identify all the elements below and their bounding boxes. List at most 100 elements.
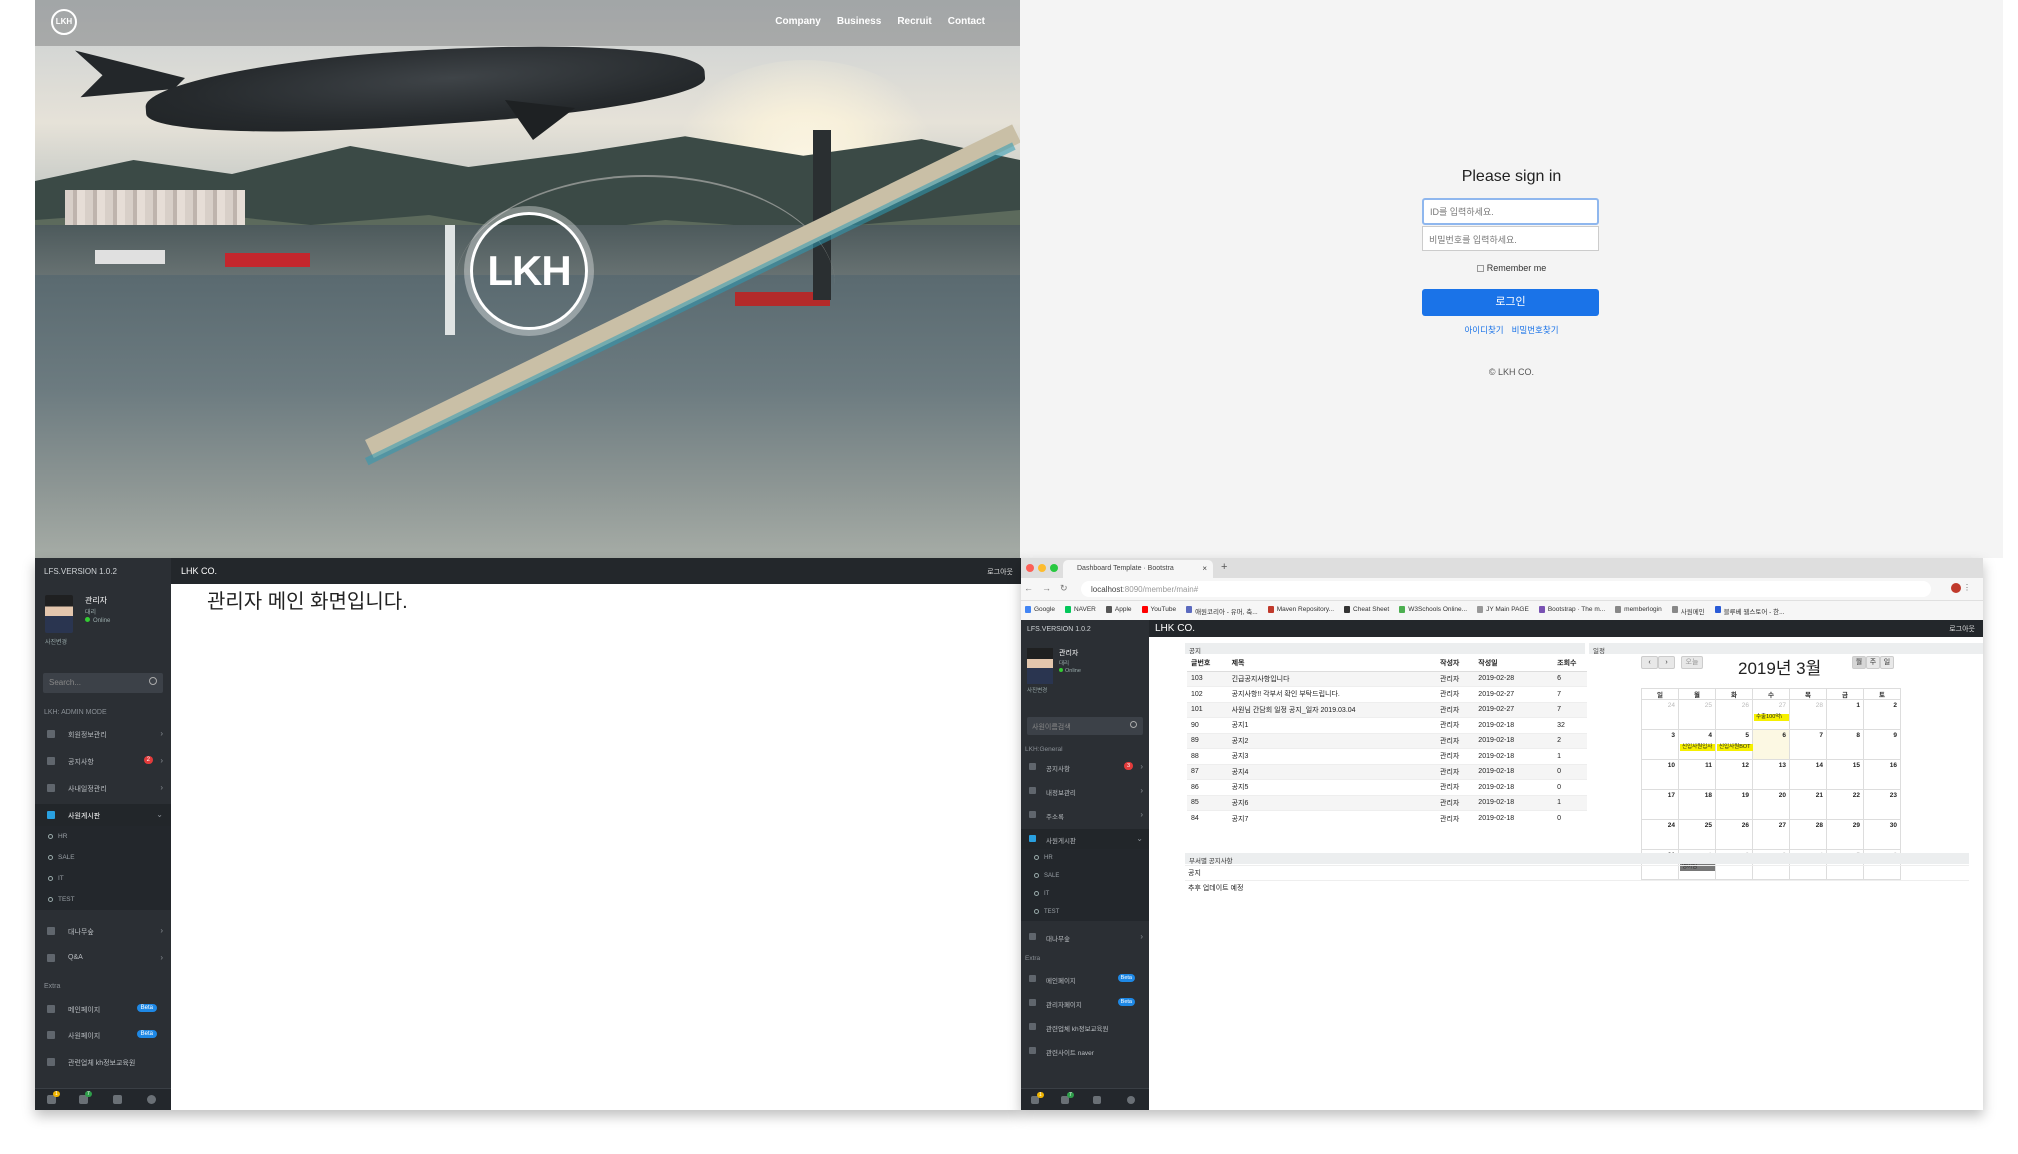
nav-link-business[interactable]: Business: [837, 16, 881, 27]
close-icon[interactable]: [1026, 564, 1034, 572]
change-photo-link[interactable]: 사진변경: [45, 637, 67, 646]
sidebar-item-notice[interactable]: 공지사항 3 ›: [1021, 757, 1149, 777]
calendar-day[interactable]: 3: [1641, 729, 1679, 760]
calendar-day[interactable]: 9: [1863, 729, 1901, 760]
bookmark-item[interactable]: JY Main PAGE: [1477, 606, 1529, 620]
calendar-day[interactable]: 25: [1678, 699, 1716, 730]
calendar-day[interactable]: 28: [1789, 819, 1827, 850]
calendar-event[interactable]: 신입사원입사: [1680, 744, 1715, 751]
bookmark-item[interactable]: 애원코리아 - 유머, 축...: [1186, 606, 1258, 620]
calendar-day[interactable]: 15: [1826, 759, 1864, 790]
calendar-day[interactable]: 18: [1678, 789, 1716, 820]
submenu-item-hr[interactable]: HR: [35, 826, 171, 847]
submenu-item-it[interactable]: IT: [35, 868, 171, 889]
submenu-item-sale[interactable]: SALE: [35, 847, 171, 868]
nav-link-contact[interactable]: Contact: [948, 16, 985, 27]
table-row[interactable]: 90 공지1 관리자 2019-02-18 32: [1187, 717, 1587, 733]
sidebar-item-board[interactable]: 사원게시판 ⌄: [35, 804, 171, 826]
search-icon[interactable]: [149, 677, 157, 685]
browser-tab[interactable]: Dashboard Template · Bootstra ×: [1063, 560, 1213, 578]
prev-month-button[interactable]: ‹: [1641, 656, 1658, 669]
table-cell[interactable]: 공지사항!! 각부서 확인 부탁드립니다.: [1227, 686, 1436, 702]
calendar-day[interactable]: 24: [1641, 819, 1679, 850]
bookmark-item[interactable]: memberlogin: [1615, 606, 1662, 620]
bookmark-item[interactable]: 블루베 웹스토어 - 한...: [1714, 606, 1785, 620]
gear-icon[interactable]: [1093, 1096, 1101, 1104]
minimize-icon[interactable]: [1038, 564, 1046, 572]
calendar-event[interactable]: 수출100억\: [1754, 714, 1789, 721]
sidebar-item-naver[interactable]: 관련사이트 naver: [1021, 1041, 1149, 1061]
sidebar-item-employee-page[interactable]: 사원페이지 Beta: [35, 1024, 171, 1046]
next-month-button[interactable]: ›: [1658, 656, 1675, 669]
logout-link[interactable]: 로그아웃: [1949, 624, 1975, 634]
calendar-day[interactable]: 27 수출100억\: [1752, 699, 1790, 730]
calendar-day[interactable]: 8: [1826, 729, 1864, 760]
remember-checkbox[interactable]: [1476, 265, 1484, 272]
nav-link-recruit[interactable]: Recruit: [897, 16, 931, 27]
bookmark-item[interactable]: Cheat Sheet: [1344, 606, 1389, 620]
calendar-day[interactable]: 5 신입사원BOT: [1715, 729, 1789, 760]
bookmark-item[interactable]: Maven Repository...: [1267, 606, 1334, 620]
table-cell[interactable]: 긴급공지사항입니다: [1227, 670, 1436, 687]
new-tab-icon[interactable]: +: [1221, 561, 1227, 573]
calendar-day[interactable]: 17: [1641, 789, 1679, 820]
logout-link[interactable]: 로그아웃: [987, 567, 1013, 577]
calendar-day[interactable]: 14: [1789, 759, 1827, 790]
calendar-day[interactable]: 30: [1863, 819, 1901, 850]
calendar-day[interactable]: 6: [1752, 729, 1790, 760]
sidebar-item-board[interactable]: 사원게시판 ⌄: [1021, 829, 1149, 849]
sidebar-item-partner[interactable]: 관련업체 kh정보교육원: [1021, 1017, 1149, 1037]
view-day-button[interactable]: 일: [1880, 656, 1894, 669]
calendar-day[interactable]: 23: [1863, 789, 1901, 820]
table-row[interactable]: 102 공지사항!! 각부서 확인 부탁드립니다. 관리자 2019-02-27 7: [1187, 686, 1587, 702]
calendar-day[interactable]: 7: [1789, 729, 1827, 760]
table-cell[interactable]: 공지2: [1227, 732, 1436, 749]
sidebar-item-my-info[interactable]: 내정보관리 ›: [1021, 781, 1149, 801]
calendar-day[interactable]: 28: [1789, 699, 1827, 730]
bookmark-item[interactable]: Apple: [1105, 606, 1132, 620]
brand-name[interactable]: LHK CO.: [181, 566, 217, 576]
table-row[interactable]: 103 긴급공지사항입니다 관리자 2019-02-28 6: [1187, 670, 1587, 687]
sidebar-item-member-info[interactable]: 회원정보관리 ›: [35, 723, 171, 745]
table-row[interactable]: 86 공지5 관리자 2019-02-18 0: [1187, 779, 1587, 795]
id-input[interactable]: ID를 입력하세요.: [1422, 198, 1599, 225]
tab-close-icon[interactable]: ×: [1202, 564, 1207, 573]
table-row[interactable]: 85 공지6 관리자 2019-02-18 1: [1187, 794, 1587, 811]
sidebar-item-schedule[interactable]: 사내일정관리 ›: [35, 777, 171, 799]
avatar[interactable]: [1027, 648, 1053, 684]
address-bar[interactable]: localhost:8090/member/main#: [1081, 581, 1931, 597]
view-month-button[interactable]: 월: [1852, 656, 1866, 669]
calendar-day[interactable]: 11: [1678, 759, 1716, 790]
search-icon[interactable]: [1130, 721, 1137, 728]
calendar-day[interactable]: 25: [1678, 819, 1716, 850]
sidebar-item-partner[interactable]: 관련업체 kh정보교육원: [35, 1051, 171, 1073]
sidebar-item-main-page[interactable]: 메인페이지 Beta: [1021, 969, 1149, 989]
sidebar-search-input[interactable]: Search...: [43, 673, 163, 693]
login-button[interactable]: 로그인: [1422, 289, 1599, 316]
table-cell[interactable]: 사원님 간담회 일정 공지_일자 2019.03.04: [1227, 701, 1436, 718]
bookmark-item[interactable]: Bootstrap · The m...: [1538, 606, 1605, 620]
calendar-day[interactable]: 10: [1641, 759, 1679, 790]
calendar-day[interactable]: 4 신입사원입사: [1678, 729, 1716, 760]
submenu-item[interactable]: HR: [1021, 849, 1149, 867]
calendar-day[interactable]: 2: [1863, 699, 1901, 730]
bookmark-item[interactable]: YouTube: [1141, 606, 1176, 620]
submenu-item[interactable]: SALE: [1021, 867, 1149, 885]
nav-buttons[interactable]: ←→↻: [1024, 583, 1077, 594]
calendar-day[interactable]: 20: [1752, 789, 1790, 820]
gear-icon[interactable]: [113, 1095, 122, 1104]
brand-name[interactable]: LHK CO.: [1155, 623, 1195, 634]
sidebar-item-qna[interactable]: Q&A ›: [35, 947, 171, 969]
table-cell[interactable]: 공지5: [1227, 779, 1436, 795]
table-row[interactable]: 87 공지4 관리자 2019-02-18 0: [1187, 763, 1587, 780]
sidebar-item-main-page[interactable]: 메인페이지 Beta: [35, 998, 171, 1020]
calendar-day[interactable]: 26: [1715, 699, 1753, 730]
calendar-day[interactable]: 12: [1715, 759, 1753, 790]
table-cell[interactable]: 공지4: [1227, 763, 1436, 780]
profile-avatar-icon[interactable]: [1951, 583, 1961, 593]
calendar-day[interactable]: 29: [1826, 819, 1864, 850]
bookmark-item[interactable]: NAVER: [1064, 606, 1096, 620]
remember-me[interactable]: Remember me: [1020, 263, 2003, 273]
calendar-day[interactable]: 21: [1789, 789, 1827, 820]
password-input[interactable]: 비밀번호를 입력하세요.: [1422, 226, 1599, 251]
